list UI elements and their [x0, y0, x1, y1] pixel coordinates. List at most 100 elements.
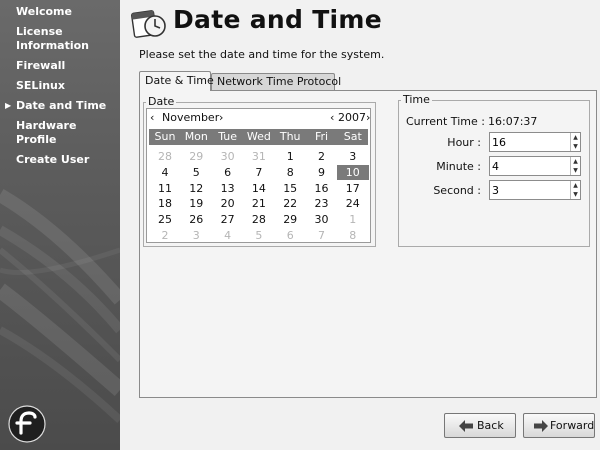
- sidebar-item-label: Hardware: [16, 119, 77, 132]
- hour-up-icon[interactable]: ▲: [570, 133, 580, 142]
- calendar-day[interactable]: 7: [243, 165, 275, 180]
- weekday-label: Mon: [184, 130, 208, 143]
- calendar-day[interactable]: 28: [149, 149, 181, 164]
- calendar-day[interactable]: 7: [306, 228, 338, 243]
- calendar-day[interactable]: 15: [274, 181, 306, 196]
- sidebar-item-label: Profile: [16, 133, 57, 146]
- current-time-value: 16:07:37: [488, 115, 538, 128]
- calendar-day[interactable]: 14: [243, 181, 275, 196]
- calendar-day[interactable]: 5: [243, 228, 275, 243]
- sidebar-item-label: License: [16, 25, 63, 38]
- calendar-day[interactable]: 30: [306, 212, 338, 227]
- calendar-day[interactable]: 18: [149, 196, 181, 211]
- calendar-day[interactable]: 19: [180, 196, 212, 211]
- hour-spinner[interactable]: ▲ ▼: [489, 132, 581, 152]
- calendar-day[interactable]: 20: [212, 196, 244, 211]
- sidebar-item-label: SELinux: [16, 79, 65, 92]
- calendar-day[interactable]: 29: [274, 212, 306, 227]
- sidebar: Welcome License Information Firewall SELinux…: [0, 0, 120, 450]
- forward-button[interactable]: Forward: [523, 413, 595, 438]
- calendar-header: ‹ November › ‹ 2007 ›: [147, 109, 370, 127]
- minute-up-icon[interactable]: ▲: [570, 157, 580, 166]
- calendar-day[interactable]: 2: [149, 228, 181, 243]
- year-label: 2007: [338, 111, 366, 124]
- calendar-day[interactable]: 11: [149, 181, 181, 196]
- sidebar-item-label: Create User: [16, 153, 90, 166]
- calendar-day-selected[interactable]: 10: [336, 164, 369, 180]
- sidebar-item-create-user[interactable]: Create User: [0, 152, 120, 169]
- active-item-arrow-icon: ▶: [5, 101, 12, 110]
- calendar-day[interactable]: 4: [212, 228, 244, 243]
- calendar-day[interactable]: 9: [306, 165, 338, 180]
- calendar-day[interactable]: 8: [337, 228, 369, 243]
- calendar-weekday-header: Sun Mon Tue Wed Thu Fri Sat: [149, 129, 368, 145]
- calendar-day[interactable]: 1: [337, 212, 369, 227]
- sidebar-item-welcome[interactable]: Welcome: [0, 4, 120, 21]
- second-input[interactable]: [490, 181, 570, 199]
- previous-month-icon[interactable]: ‹: [150, 109, 154, 126]
- calendar-day[interactable]: 30: [212, 149, 244, 164]
- page-title: Date and Time: [173, 5, 383, 34]
- calendar-day[interactable]: 28: [243, 212, 275, 227]
- tab-date-and-time[interactable]: Date & Time: [139, 71, 214, 91]
- calendar-day[interactable]: 12: [180, 181, 212, 196]
- date-frame-label: Date: [146, 95, 177, 109]
- next-month-icon[interactable]: ›: [219, 109, 223, 126]
- sidebar-nav: Welcome License Information Firewall SELinux…: [0, 4, 120, 169]
- sidebar-item-firewall[interactable]: Firewall: [0, 58, 120, 75]
- calendar: ‹ November › ‹ 2007 › Sun Mon Tue Wed Thu Fri…: [146, 108, 371, 243]
- weekday-label: Sun: [154, 130, 176, 143]
- instructions-text: Please set the date and time for the sys…: [139, 48, 385, 61]
- sidebar-item-label: Welcome: [16, 5, 72, 18]
- calendar-day[interactable]: 21: [243, 196, 275, 211]
- calendar-day[interactable]: 3: [180, 228, 212, 243]
- calendar-day[interactable]: 5: [180, 165, 212, 180]
- second-down-icon[interactable]: ▼: [570, 190, 580, 199]
- calendar-day[interactable]: 22: [274, 196, 306, 211]
- back-arrow-icon: [459, 420, 473, 432]
- previous-year-icon[interactable]: ‹: [330, 109, 334, 126]
- weekday-label: Thu: [279, 130, 301, 143]
- sidebar-item-date-and-time[interactable]: ▶ Date and Time: [0, 98, 120, 115]
- sidebar-item-license-information[interactable]: License Information: [0, 24, 120, 55]
- back-button-label: Back: [477, 419, 504, 432]
- sidebar-item-hardware-profile[interactable]: Hardware Profile: [0, 118, 120, 149]
- calendar-day[interactable]: 26: [180, 212, 212, 227]
- hour-input[interactable]: [490, 133, 570, 151]
- calendar-day[interactable]: 31: [243, 149, 275, 164]
- second-spinner[interactable]: ▲ ▼: [489, 180, 581, 200]
- tab-network-time-protocol-label: Network Time Protocol: [217, 75, 342, 88]
- calendar-day[interactable]: 3: [337, 149, 369, 164]
- hour-down-icon[interactable]: ▼: [570, 142, 580, 151]
- calendar-day[interactable]: 4: [149, 165, 181, 180]
- calendar-day[interactable]: 6: [274, 228, 306, 243]
- calendar-day[interactable]: 17: [337, 181, 369, 196]
- back-button[interactable]: Back: [444, 413, 516, 438]
- time-frame-label: Time: [401, 93, 432, 107]
- sidebar-item-label: Firewall: [16, 59, 66, 72]
- sidebar-item-selinux[interactable]: SELinux: [0, 78, 120, 95]
- calendar-day[interactable]: 24: [337, 196, 369, 211]
- calendar-day[interactable]: 23: [306, 196, 338, 211]
- tab-network-time-protocol[interactable]: Network Time Protocol: [211, 73, 341, 90]
- sidebar-item-label: Information: [16, 39, 89, 52]
- calendar-day[interactable]: 25: [149, 212, 181, 227]
- minute-spinner[interactable]: ▲ ▼: [489, 156, 581, 176]
- weekday-label: Tue: [218, 130, 237, 143]
- minute-down-icon[interactable]: ▼: [570, 166, 580, 175]
- calendar-day[interactable]: 1: [274, 149, 306, 164]
- minute-input[interactable]: [490, 157, 570, 175]
- second-up-icon[interactable]: ▲: [570, 181, 580, 190]
- calendar-day[interactable]: 13: [212, 181, 244, 196]
- calendar-day[interactable]: 6: [212, 165, 244, 180]
- next-year-icon[interactable]: ›: [366, 109, 370, 126]
- weekday-label: Fri: [314, 130, 329, 143]
- calendar-day[interactable]: 29: [180, 149, 212, 164]
- calendar-day[interactable]: 2: [306, 149, 338, 164]
- calendar-day[interactable]: 27: [212, 212, 244, 227]
- calendar-day[interactable]: 8: [274, 165, 306, 180]
- month-label: November: [162, 111, 220, 124]
- minute-label: Minute :: [436, 160, 481, 173]
- calendar-day[interactable]: 16: [306, 181, 338, 196]
- fedora-logo-icon: [8, 405, 46, 443]
